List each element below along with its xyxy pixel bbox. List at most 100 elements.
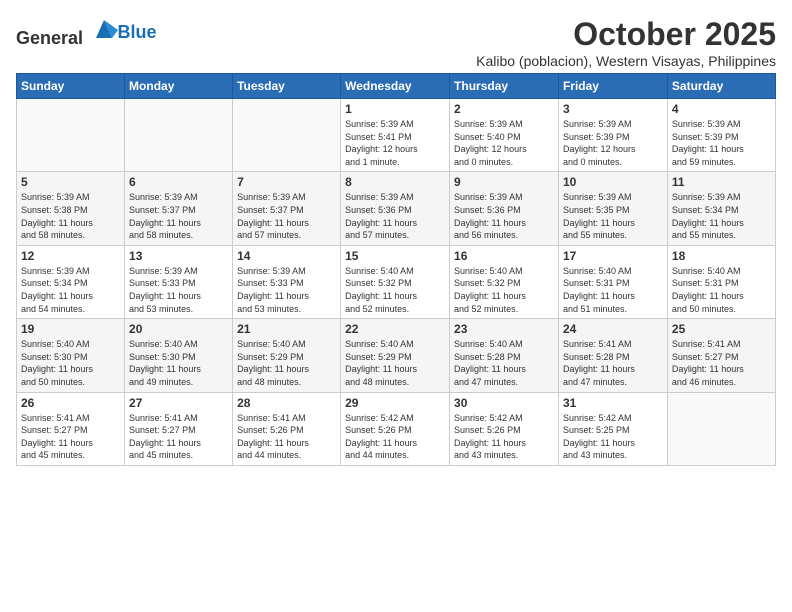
day-info: Sunrise: 5:40 AM Sunset: 5:28 PM Dayligh… [454, 338, 554, 388]
calendar-cell [17, 99, 125, 172]
day-number: 17 [563, 249, 663, 263]
calendar-cell: 5 Sunrise: 5:39 AM Sunset: 5:38 PM Daylig… [17, 172, 125, 245]
day-number: 2 [454, 102, 554, 116]
day-info: Sunrise: 5:39 AM Sunset: 5:36 PM Dayligh… [345, 191, 445, 241]
day-of-week-header: Sunday [17, 74, 125, 99]
calendar-cell: 7 Sunrise: 5:39 AM Sunset: 5:37 PM Daylig… [233, 172, 341, 245]
calendar-cell: 26Sunrise: 5:41 AM Sunset: 5:27 PM Dayli… [17, 392, 125, 465]
calendar-cell: 30 Sunrise: 5:42 AM Sunset: 5:26 PM Dayli… [450, 392, 559, 465]
calendar-cell: 9Sunrise: 5:39 AM Sunset: 5:36 PM Daylig… [450, 172, 559, 245]
month-title: October 2025 [476, 16, 776, 53]
day-info: Sunrise: 5:41 AM Sunset: 5:27 PM Dayligh… [672, 338, 771, 388]
day-number: 7 [237, 175, 336, 189]
calendar-cell: 16 Sunrise: 5:40 AM Sunset: 5:32 PM Dayli… [450, 245, 559, 318]
day-number: 15 [345, 249, 445, 263]
day-number: 9 [454, 175, 554, 189]
calendar-cell: 6 Sunrise: 5:39 AM Sunset: 5:37 PM Daylig… [125, 172, 233, 245]
logo-blue: Blue [118, 22, 157, 42]
day-number: 18 [672, 249, 771, 263]
day-info: Sunrise: 5:39 AM Sunset: 5:39 PM Dayligh… [563, 118, 663, 168]
calendar-header-row: SundayMondayTuesdayWednesdayThursdayFrid… [17, 74, 776, 99]
calendar-cell: 13 Sunrise: 5:39 AM Sunset: 5:33 PM Dayli… [125, 245, 233, 318]
day-number: 16 [454, 249, 554, 263]
day-info: Sunrise: 5:39 AM Sunset: 5:35 PM Dayligh… [563, 191, 663, 241]
day-number: 12 [21, 249, 120, 263]
day-info: Sunrise: 5:40 AM Sunset: 5:31 PM Dayligh… [672, 265, 771, 315]
day-info: Sunrise: 5:39 AM Sunset: 5:37 PM Dayligh… [129, 191, 228, 241]
day-number: 24 [563, 322, 663, 336]
day-number: 19 [21, 322, 120, 336]
calendar-cell: 19Sunrise: 5:40 AM Sunset: 5:30 PM Dayli… [17, 319, 125, 392]
day-number: 11 [672, 175, 771, 189]
day-of-week-header: Friday [558, 74, 667, 99]
day-of-week-header: Tuesday [233, 74, 341, 99]
calendar-table: SundayMondayTuesdayWednesdayThursdayFrid… [16, 73, 776, 466]
calendar-cell: 23 Sunrise: 5:40 AM Sunset: 5:28 PM Dayli… [450, 319, 559, 392]
day-number: 28 [237, 396, 336, 410]
calendar-cell [233, 99, 341, 172]
calendar-cell: 3Sunrise: 5:39 AM Sunset: 5:39 PM Daylig… [558, 99, 667, 172]
day-info: Sunrise: 5:39 AM Sunset: 5:38 PM Dayligh… [21, 191, 120, 241]
day-number: 4 [672, 102, 771, 116]
calendar-cell [125, 99, 233, 172]
day-of-week-header: Saturday [667, 74, 775, 99]
day-info: Sunrise: 5:40 AM Sunset: 5:29 PM Dayligh… [237, 338, 336, 388]
day-of-week-header: Thursday [450, 74, 559, 99]
day-number: 5 [21, 175, 120, 189]
day-number: 8 [345, 175, 445, 189]
calendar-cell: 24Sunrise: 5:41 AM Sunset: 5:28 PM Dayli… [558, 319, 667, 392]
location-title: Kalibo (poblacion), Western Visayas, Phi… [476, 53, 776, 69]
day-number: 1 [345, 102, 445, 116]
day-info: Sunrise: 5:39 AM Sunset: 5:33 PM Dayligh… [129, 265, 228, 315]
calendar-cell: 15Sunrise: 5:40 AM Sunset: 5:32 PM Dayli… [341, 245, 450, 318]
calendar-cell [667, 392, 775, 465]
day-number: 31 [563, 396, 663, 410]
calendar-week-row: 26Sunrise: 5:41 AM Sunset: 5:27 PM Dayli… [17, 392, 776, 465]
calendar-week-row: 19 Sunrise: 5:40 AM Sunset: 5:30 PM Dayli… [17, 319, 776, 392]
day-info: Sunrise: 5:42 AM Sunset: 5:25 PM Dayligh… [563, 412, 663, 462]
day-info: Sunrise: 5:40 AM Sunset: 5:32 PM Dayligh… [454, 265, 554, 315]
day-info: Sunrise: 5:41 AM Sunset: 5:27 PM Dayligh… [129, 412, 228, 462]
calendar-cell: 20 Sunrise: 5:40 AM Sunset: 5:30 PM Dayli… [125, 319, 233, 392]
day-info: Sunrise: 5:39 AM Sunset: 5:37 PM Dayligh… [237, 191, 336, 241]
day-info: Sunrise: 5:40 AM Sunset: 5:30 PM Dayligh… [129, 338, 228, 388]
title-section: October 2025 Kalibo (poblacion), Western… [476, 16, 776, 69]
day-info: Sunrise: 5:39 AM Sunset: 5:34 PM Dayligh… [21, 265, 120, 315]
day-number: 29 [345, 396, 445, 410]
calendar-cell: 2 Sunrise: 5:39 AM Sunset: 5:40 PM Daylig… [450, 99, 559, 172]
day-number: 27 [129, 396, 228, 410]
day-number: 20 [129, 322, 228, 336]
calendar-cell: 29 Sunrise: 5:42 AM Sunset: 5:26 PM Dayli… [341, 392, 450, 465]
day-number: 6 [129, 175, 228, 189]
day-number: 25 [672, 322, 771, 336]
calendar-week-row: 5 Sunrise: 5:39 AM Sunset: 5:38 PM Daylig… [17, 172, 776, 245]
calendar-cell: 14Sunrise: 5:39 AM Sunset: 5:33 PM Dayli… [233, 245, 341, 318]
day-number: 22 [345, 322, 445, 336]
logo-general: General [16, 28, 83, 48]
day-number: 23 [454, 322, 554, 336]
day-info: Sunrise: 5:42 AM Sunset: 5:26 PM Dayligh… [345, 412, 445, 462]
day-number: 21 [237, 322, 336, 336]
day-number: 13 [129, 249, 228, 263]
day-of-week-header: Wednesday [341, 74, 450, 99]
day-number: 30 [454, 396, 554, 410]
page-header: General Blue October 2025 Kalibo (poblac… [16, 16, 776, 69]
day-info: Sunrise: 5:42 AM Sunset: 5:26 PM Dayligh… [454, 412, 554, 462]
calendar-cell: 31 Sunrise: 5:42 AM Sunset: 5:25 PM Dayli… [558, 392, 667, 465]
calendar-cell: 22Sunrise: 5:40 AM Sunset: 5:29 PM Dayli… [341, 319, 450, 392]
logo-icon [90, 16, 118, 44]
day-info: Sunrise: 5:41 AM Sunset: 5:27 PM Dayligh… [21, 412, 120, 462]
calendar-week-row: 1Sunrise: 5:39 AM Sunset: 5:41 PM Daylig… [17, 99, 776, 172]
day-info: Sunrise: 5:39 AM Sunset: 5:40 PM Dayligh… [454, 118, 554, 168]
calendar-cell: 4 Sunrise: 5:39 AM Sunset: 5:39 PM Daylig… [667, 99, 775, 172]
day-info: Sunrise: 5:39 AM Sunset: 5:39 PM Dayligh… [672, 118, 771, 168]
calendar-cell: 18 Sunrise: 5:40 AM Sunset: 5:31 PM Dayli… [667, 245, 775, 318]
day-info: Sunrise: 5:41 AM Sunset: 5:26 PM Dayligh… [237, 412, 336, 462]
calendar-cell: 12 Sunrise: 5:39 AM Sunset: 5:34 PM Dayli… [17, 245, 125, 318]
calendar-cell: 27 Sunrise: 5:41 AM Sunset: 5:27 PM Dayli… [125, 392, 233, 465]
calendar-cell: 10Sunrise: 5:39 AM Sunset: 5:35 PM Dayli… [558, 172, 667, 245]
calendar-week-row: 12 Sunrise: 5:39 AM Sunset: 5:34 PM Dayli… [17, 245, 776, 318]
day-of-week-header: Monday [125, 74, 233, 99]
calendar-cell: 1Sunrise: 5:39 AM Sunset: 5:41 PM Daylig… [341, 99, 450, 172]
day-info: Sunrise: 5:39 AM Sunset: 5:33 PM Dayligh… [237, 265, 336, 315]
